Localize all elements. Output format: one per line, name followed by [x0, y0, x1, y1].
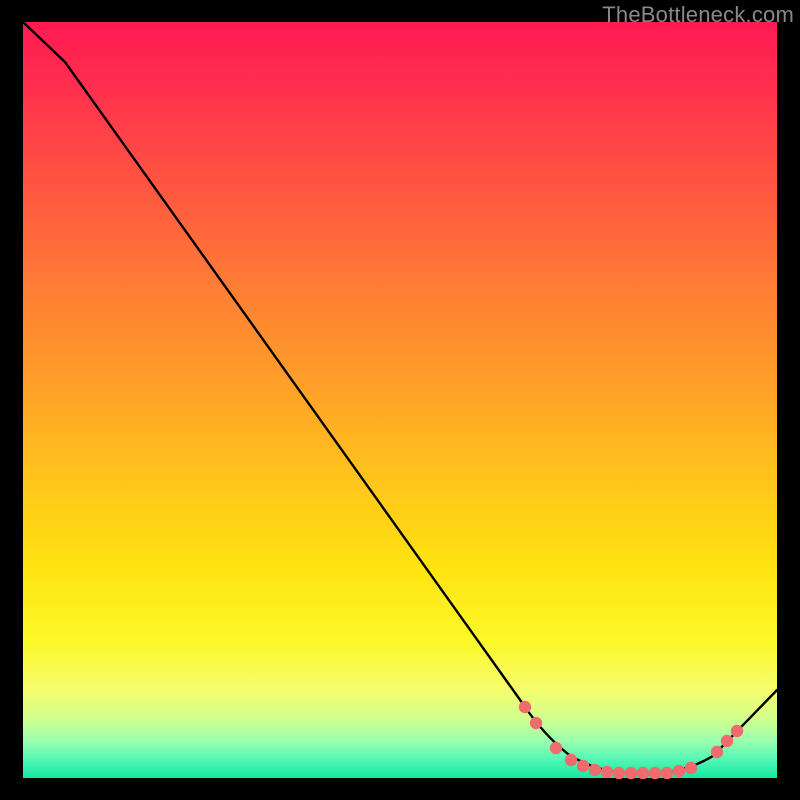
marker-dot	[565, 754, 577, 766]
marker-dot	[661, 767, 673, 779]
chart-svg	[23, 22, 777, 778]
watermark-text: TheBottleneck.com	[602, 2, 794, 28]
marker-dot	[685, 762, 697, 774]
marker-dot	[625, 767, 637, 779]
marker-dot	[530, 717, 542, 729]
marker-dot	[601, 766, 613, 778]
marker-dot	[649, 767, 661, 779]
marker-dot	[577, 760, 589, 772]
marker-dot	[519, 701, 531, 713]
marker-dot	[637, 767, 649, 779]
marker-dot	[673, 765, 685, 777]
marker-dot	[721, 735, 733, 747]
bottleneck-curve	[23, 22, 777, 774]
marker-dot	[550, 742, 562, 754]
marker-dot	[589, 764, 601, 776]
marker-dot	[711, 746, 723, 758]
chart-frame	[23, 22, 777, 778]
marker-dot	[613, 767, 625, 779]
marker-dot	[731, 725, 743, 737]
